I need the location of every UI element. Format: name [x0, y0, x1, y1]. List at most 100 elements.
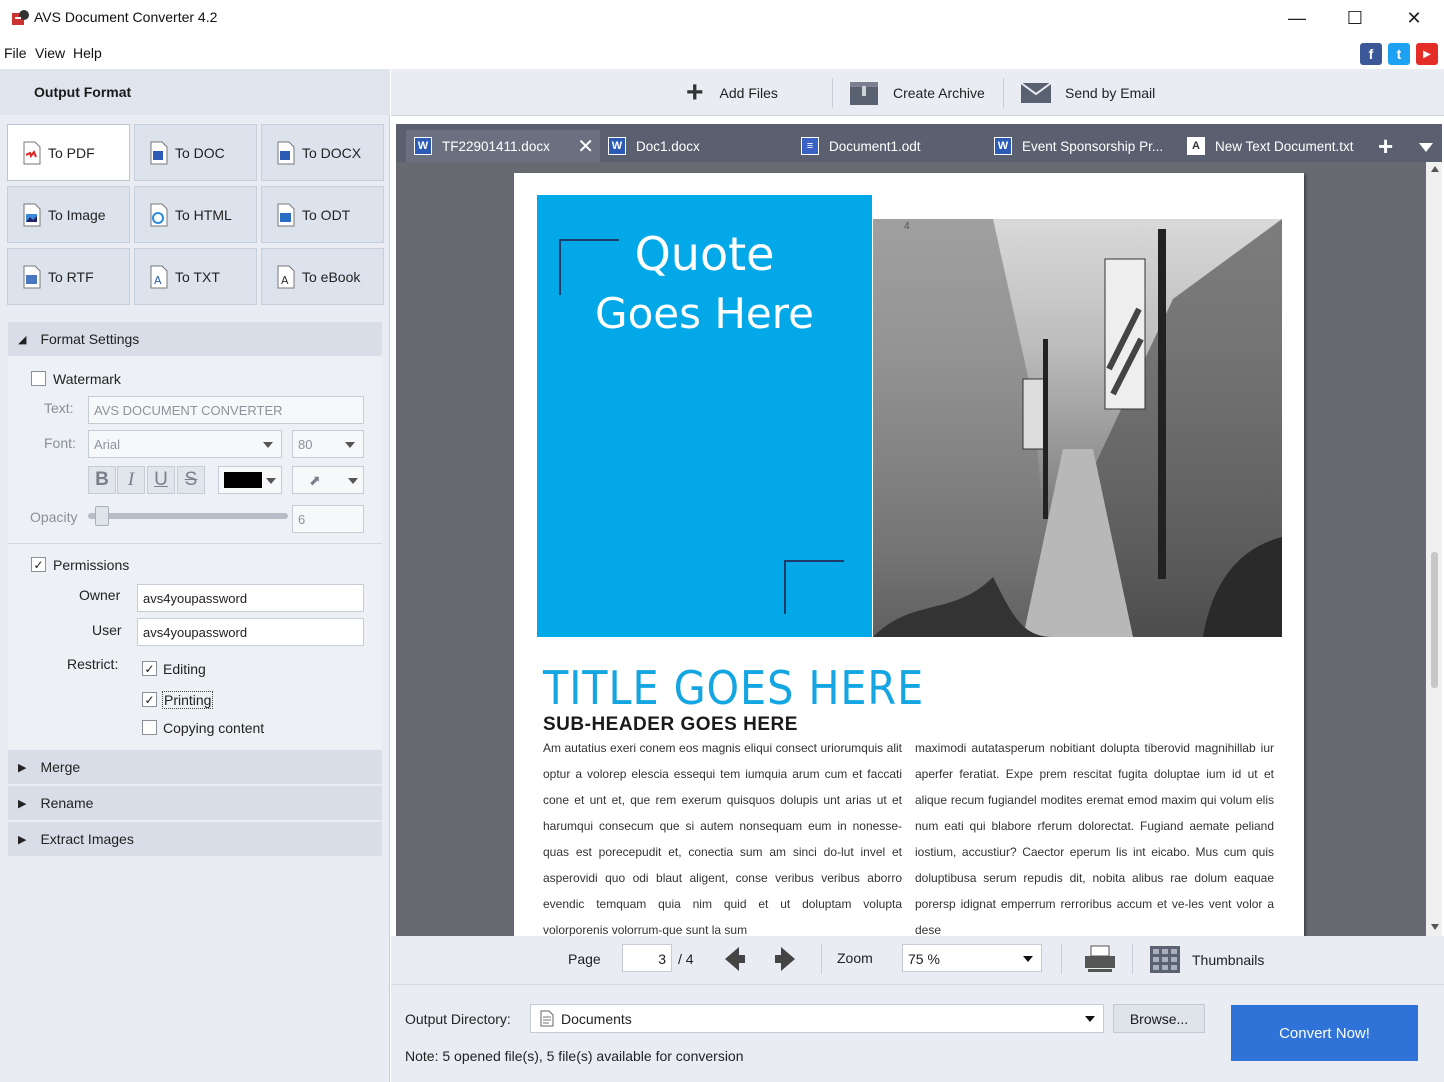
menu-help[interactable]: Help — [73, 45, 102, 61]
youtube-icon[interactable]: ▶ — [1416, 43, 1438, 65]
underline-button[interactable]: U — [147, 466, 175, 494]
image-icon — [23, 203, 41, 226]
quote-box: Quote Goes Here — [537, 195, 872, 637]
scroll-thumb[interactable] — [1431, 552, 1438, 688]
format-to-docx-button[interactable]: To DOCX — [261, 124, 384, 181]
watermark-label: Watermark — [53, 371, 121, 387]
chevron-down-icon — [348, 478, 358, 484]
facebook-icon[interactable]: f — [1360, 43, 1382, 65]
opacity-slider-track[interactable] — [88, 513, 288, 519]
word-doc-icon: W — [414, 137, 432, 155]
close-tab-icon[interactable]: ✕ — [577, 134, 594, 159]
collapsed-triangle-icon: ▶ — [18, 761, 27, 774]
watermark-text-input[interactable]: AVS DOCUMENT CONVERTER — [88, 396, 364, 424]
bold-button[interactable]: B — [88, 466, 116, 494]
strikethrough-button[interactable]: S — [177, 466, 205, 494]
document-subheader: SUB-HEADER GOES HERE — [543, 714, 798, 735]
thumbnails-icon[interactable] — [1150, 946, 1180, 973]
copying-content-checkbox[interactable] — [142, 720, 157, 735]
output-directory-select[interactable]: Documents — [530, 1004, 1104, 1033]
font-select[interactable]: Arial — [88, 430, 282, 458]
chevron-down-icon — [1023, 956, 1033, 962]
thumbnails-button[interactable]: Thumbnails — [1192, 952, 1264, 968]
text-label: Text: — [44, 400, 74, 416]
convert-now-button[interactable]: Convert Now! — [1231, 1005, 1418, 1061]
watermark-checkbox[interactable] — [31, 371, 46, 386]
italic-button[interactable]: I — [117, 466, 145, 494]
page-number-input[interactable]: 3 — [622, 944, 672, 972]
format-to-odt-button[interactable]: To ODT — [261, 186, 384, 243]
format-to-rtf-button[interactable]: To RTF — [7, 248, 130, 305]
photo-mark: 4 — [904, 221, 910, 232]
close-button[interactable]: ✕ — [1385, 0, 1443, 36]
tab-tf22901411[interactable]: W TF22901411.docx ✕ — [406, 130, 600, 162]
tab-list-chevron-icon[interactable] — [1419, 143, 1433, 152]
email-icon — [1020, 82, 1052, 103]
chevron-down-icon — [1085, 1016, 1095, 1022]
print-icon[interactable] — [1084, 944, 1116, 974]
text-doc-icon: A — [1187, 137, 1205, 155]
permissions-label: Permissions — [53, 557, 130, 573]
opacity-label: Opacity — [30, 509, 78, 525]
tab-new-text-document[interactable]: A New Text Document.txt — [1179, 130, 1369, 162]
add-files-button[interactable]: + Add Files — [686, 76, 778, 109]
format-to-html-button[interactable]: To HTML — [134, 186, 257, 243]
odt-doc-icon: ≡ — [801, 137, 819, 155]
document-page: Quote Goes Here 4 TITLE GOES HERE SUB-HE… — [514, 173, 1304, 936]
format-to-ebook-button[interactable]: A To eBook — [261, 248, 384, 305]
zoom-label: Zoom — [837, 950, 873, 966]
menu-file[interactable]: File — [4, 45, 27, 61]
scroll-down-icon[interactable] — [1431, 924, 1439, 930]
printing-label: Printing — [162, 691, 214, 709]
minimize-button[interactable]: — — [1268, 0, 1326, 36]
menu-bar — [0, 36, 1444, 69]
next-page-icon-stem — [775, 955, 787, 963]
zoom-select[interactable]: 75 % — [902, 944, 1042, 972]
editing-checkbox[interactable]: ✓ — [142, 661, 157, 676]
format-settings-header[interactable]: ◢ Format Settings — [8, 322, 382, 356]
create-archive-button[interactable]: Create Archive — [849, 80, 985, 106]
tab-document1[interactable]: ≡ Document1.odt — [793, 130, 983, 162]
opacity-slider-thumb[interactable] — [95, 506, 109, 526]
docx-icon — [277, 141, 295, 164]
extract-images-section-header[interactable]: ▶ Extract Images — [8, 822, 382, 856]
archive-icon — [850, 82, 878, 105]
font-size-select[interactable]: 80 — [292, 430, 364, 458]
format-to-pdf-button[interactable]: To PDF — [7, 124, 130, 181]
divider — [1003, 78, 1004, 108]
menu-view[interactable]: View — [35, 45, 65, 61]
quote-line2: Goes Here — [595, 289, 814, 338]
format-to-image-button[interactable]: To Image — [7, 186, 130, 243]
user-password-input[interactable]: avs4youpassword — [137, 618, 364, 646]
scroll-up-icon[interactable] — [1431, 166, 1439, 172]
direction-select[interactable]: ⬈ — [292, 466, 364, 494]
rename-section-header[interactable]: ▶ Rename — [8, 786, 382, 820]
plus-icon: + — [686, 76, 704, 109]
tab-event-sponsorship[interactable]: W Event Sponsorship Pr... — [986, 130, 1176, 162]
restrict-label: Restrict: — [67, 656, 119, 672]
color-picker[interactable] — [218, 466, 282, 494]
user-label: User — [92, 622, 122, 638]
tab-doc1[interactable]: W Doc1.docx — [600, 130, 790, 162]
chevron-down-icon — [266, 478, 276, 484]
window-title: AVS Document Converter 4.2 — [34, 9, 218, 25]
viewer-scrollbar[interactable] — [1426, 162, 1442, 936]
add-tab-icon[interactable]: + — [1378, 132, 1393, 160]
owner-password-input[interactable]: avs4youpassword — [137, 584, 364, 612]
page-total: / 4 — [678, 951, 694, 967]
permissions-checkbox[interactable]: ✓ — [31, 557, 46, 572]
browse-button[interactable]: Browse... — [1113, 1004, 1205, 1033]
merge-section-header[interactable]: ▶ Merge — [8, 750, 382, 784]
opacity-input[interactable]: 6 — [292, 505, 364, 533]
format-to-txt-button[interactable]: A To TXT — [134, 248, 257, 305]
divider — [1132, 944, 1133, 974]
printing-checkbox[interactable]: ✓ — [142, 692, 157, 707]
format-to-doc-button[interactable]: To DOC — [134, 124, 257, 181]
maximize-button[interactable]: ☐ — [1326, 0, 1384, 36]
chevron-down-icon — [345, 442, 355, 448]
divider — [1061, 944, 1062, 974]
previous-page-icon-stem — [733, 955, 745, 963]
twitter-icon[interactable]: t — [1388, 43, 1410, 65]
conversion-note: Note: 5 opened file(s), 5 file(s) availa… — [405, 1048, 744, 1064]
send-by-email-button[interactable]: Send by Email — [1020, 80, 1155, 106]
